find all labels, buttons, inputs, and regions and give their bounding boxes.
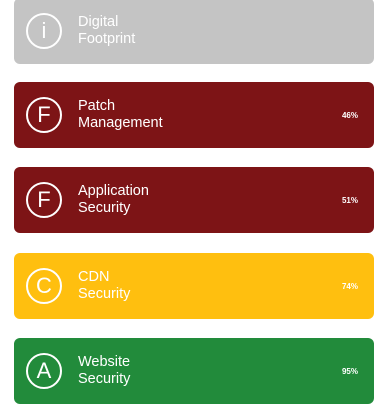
card-application-security[interactable]: F Application Security 51%	[14, 167, 374, 233]
grade-f-icon: F	[26, 97, 62, 133]
card-title-line2: Security	[78, 200, 131, 216]
grade-letter: C	[36, 273, 52, 298]
card-digital-footprint[interactable]: i Digital Footprint	[14, 0, 374, 64]
info-grade-icon: i	[26, 13, 62, 49]
card-score: 46%	[341, 110, 358, 120]
grade-f-icon: F	[26, 182, 62, 218]
card-title: Patch Management	[78, 98, 342, 132]
grade-a-icon: A	[26, 353, 62, 389]
grade-letter: A	[36, 358, 52, 383]
grade-letter: i	[41, 18, 47, 43]
card-score: 95%	[341, 366, 358, 376]
card-score: 74%	[341, 281, 358, 291]
card-title-line1: Website	[78, 354, 131, 370]
card-title: CDN Security	[78, 269, 342, 303]
grade-letter: F	[37, 187, 51, 212]
card-title: Application Security	[78, 183, 342, 217]
card-title-line2: Security	[78, 286, 131, 302]
card-title-line2: Management	[78, 115, 163, 131]
card-title-line1: Application	[78, 183, 149, 199]
grade-c-icon: C	[26, 268, 62, 304]
card-score: 51%	[341, 195, 358, 205]
card-title-line1: Patch	[78, 98, 116, 114]
card-title: Website Security	[78, 354, 342, 388]
card-title: Digital Footprint	[78, 14, 358, 48]
card-title-line2: Security	[78, 371, 131, 387]
card-title-line1: Digital	[78, 14, 119, 30]
card-cdn-security[interactable]: C CDN Security 74%	[14, 253, 374, 319]
card-patch-management[interactable]: F Patch Management 46%	[14, 82, 374, 148]
card-title-line1: CDN	[78, 269, 110, 285]
card-website-security[interactable]: A Website Security 95%	[14, 338, 374, 404]
grade-letter: F	[37, 102, 51, 127]
card-title-line2: Footprint	[78, 31, 136, 47]
